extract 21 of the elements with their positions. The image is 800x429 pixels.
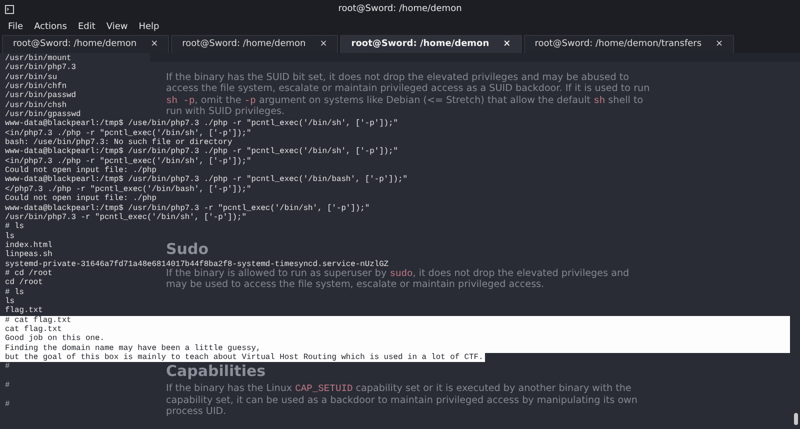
- tab[interactable]: root@Sword: /home/demon ×: [340, 35, 522, 53]
- menu-item[interactable]: Edit: [78, 20, 96, 34]
- menu-item[interactable]: Actions: [34, 20, 67, 34]
- tab[interactable]: root@Sword: /home/demon ×: [2, 35, 170, 53]
- scrollbar-thumb[interactable]: [794, 413, 798, 425]
- tab[interactable]: root@Sword: /home/demon/transfers ×: [524, 35, 734, 53]
- close-icon[interactable]: ×: [716, 40, 724, 49]
- paragraph: If the binary has the SUID bit set, it does not drop the elevated privileges and may be abused to access the file system, escalate or maintain privileged access as a SUID backdoor. If it is used to run sh -p, omit the -p argument on systems like Debian (<= Stretch) that allow the default sh shell to run with SUID privileges.: [166, 72, 651, 118]
- close-icon[interactable]: ×: [320, 40, 328, 49]
- menu-item[interactable]: View: [106, 20, 128, 34]
- tab[interactable]: root@Sword: /home/demon ×: [171, 35, 338, 53]
- close-icon[interactable]: ×: [150, 40, 158, 49]
- section-heading: Capabilities: [166, 366, 267, 378]
- close-icon[interactable]: ×: [503, 40, 511, 49]
- menu-item[interactable]: File: [8, 20, 24, 34]
- menu-item[interactable]: Help: [138, 20, 160, 34]
- paragraph: If the binary has the Linux CAP_SETUID capability set or it is executed by another binary with the capability set, it can be used as a backdoor to maintain privileged access by manipulating its own process UID.: [166, 383, 638, 418]
- terminal-icon: [5, 5, 14, 14]
- window-title: root@Sword: /home/demon: [338, 3, 462, 16]
- paragraph: If the binary is allowed to run as superuser by sudo, it does not drop the elevated privileges and may be used to access the file system, escalate or maintain privileged access.: [166, 268, 630, 291]
- section-heading: Sudo: [166, 244, 210, 256]
